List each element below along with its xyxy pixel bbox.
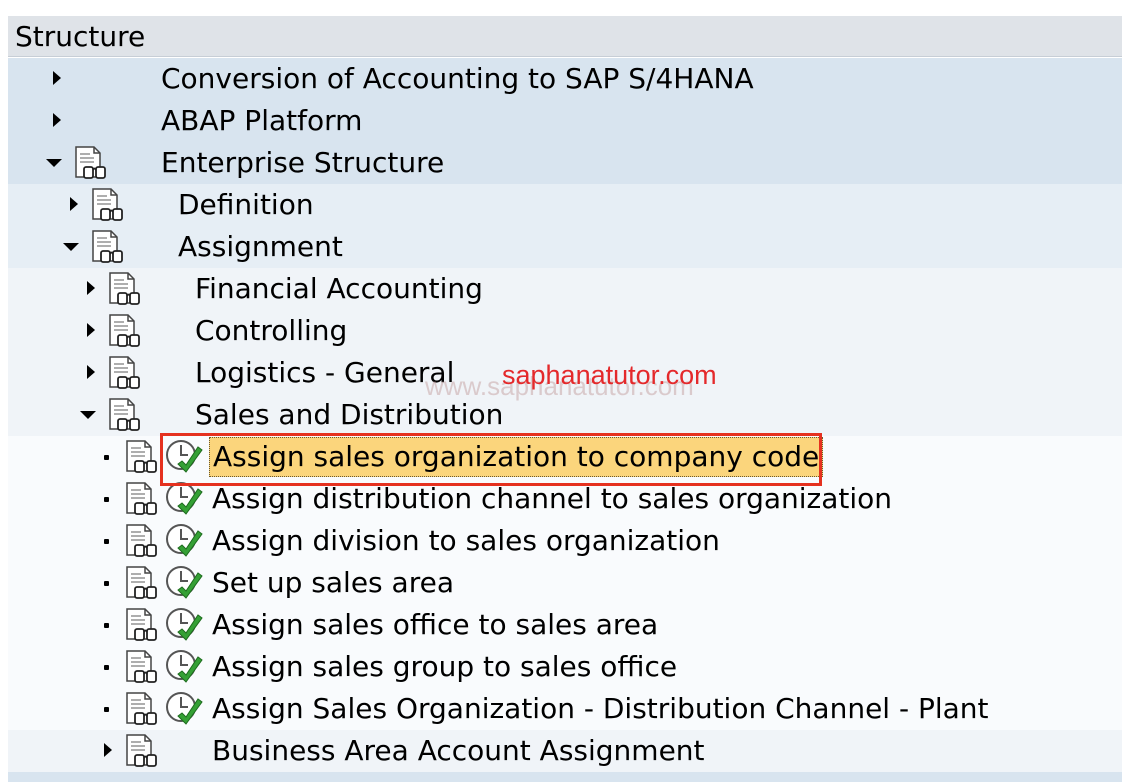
- tree-activity-assign-division[interactable]: Assign division to sales organization: [8, 520, 1122, 562]
- tree-activity-assign-sales-org-dc-plant[interactable]: Assign Sales Organization - Distribution…: [8, 688, 1122, 730]
- tree-node-label: Assignment: [178, 230, 343, 263]
- tree-node-enterprise-structure[interactable]: Enterprise Structure: [8, 142, 1122, 184]
- clock-check-icon[interactable]: [164, 648, 206, 686]
- expand-arrow-icon[interactable]: [50, 100, 64, 142]
- tree-node-label[interactable]: Assign division to sales organization: [212, 520, 720, 562]
- tree-node-label: Enterprise Structure: [161, 146, 445, 179]
- expand-arrow-icon[interactable]: [84, 268, 98, 310]
- tree-node-conversion-accounting[interactable]: Conversion of Accounting to SAP S/4HANA: [8, 58, 1122, 100]
- tree-node-definition[interactable]: Definition: [8, 184, 1122, 226]
- expand-arrow-icon[interactable]: [101, 730, 115, 772]
- doc-glasses-icon[interactable]: [123, 565, 159, 601]
- clock-check-icon[interactable]: [164, 522, 206, 560]
- tree-node-label: Controlling: [195, 314, 348, 347]
- leaf-bullet-icon: [101, 562, 115, 604]
- doc-glasses-icon[interactable]: [72, 145, 108, 181]
- tree-node-label[interactable]: Assign Sales Organization - Distribution…: [212, 688, 989, 730]
- leaf-bullet-icon: [101, 604, 115, 646]
- doc-glasses-icon[interactable]: [123, 691, 159, 727]
- leaf-bullet-icon: [101, 646, 115, 688]
- clock-check-icon[interactable]: [164, 564, 206, 602]
- collapse-arrow-icon[interactable]: [80, 394, 96, 436]
- highlight-frame: [160, 433, 822, 486]
- tree-node-label: Definition: [178, 188, 314, 221]
- expand-arrow-icon[interactable]: [84, 352, 98, 394]
- tree-node-business-area-account-assignment[interactable]: Business Area Account Assignment: [8, 730, 1122, 772]
- doc-glasses-icon[interactable]: [89, 187, 125, 223]
- tree-node-partial[interactable]: [8, 772, 1122, 782]
- leaf-bullet-icon: [101, 520, 115, 562]
- leaf-bullet-icon: [101, 688, 115, 730]
- doc-glasses-icon[interactable]: [106, 271, 142, 307]
- watermark-front: saphanatutor.com: [502, 360, 717, 390]
- clock-check-icon[interactable]: [164, 690, 206, 728]
- tree-node-abap-platform[interactable]: ABAP Platform: [8, 100, 1122, 142]
- doc-glasses-icon[interactable]: [123, 607, 159, 643]
- doc-glasses-icon[interactable]: [89, 229, 125, 265]
- tree-node-label: Financial Accounting: [195, 272, 483, 305]
- tree-node-label: Business Area Account Assignment: [212, 734, 705, 767]
- tree-activity-assign-sales-office[interactable]: Assign sales office to sales area: [8, 604, 1122, 646]
- top-bar: [0, 0, 1122, 16]
- doc-glasses-icon[interactable]: [123, 733, 159, 769]
- expand-arrow-icon[interactable]: [50, 58, 64, 100]
- doc-glasses-icon[interactable]: [106, 355, 142, 391]
- tree-node-label[interactable]: Set up sales area: [212, 562, 454, 604]
- tree-activity-assign-sales-group[interactable]: Assign sales group to sales office: [8, 646, 1122, 688]
- tree-node-label[interactable]: Assign sales group to sales office: [212, 646, 677, 688]
- tree-activity-set-up-sales-area[interactable]: Set up sales area: [8, 562, 1122, 604]
- doc-glasses-icon[interactable]: [123, 481, 159, 517]
- structure-header: Structure: [8, 16, 1122, 57]
- doc-glasses-icon[interactable]: [123, 439, 159, 475]
- doc-glasses-icon[interactable]: [106, 397, 142, 433]
- leaf-bullet-icon: [101, 478, 115, 520]
- tree-node-label: Conversion of Accounting to SAP S/4HANA: [161, 62, 754, 95]
- collapse-arrow-icon[interactable]: [63, 226, 79, 268]
- doc-glasses-icon[interactable]: [123, 523, 159, 559]
- doc-glasses-icon[interactable]: [106, 313, 142, 349]
- tree-node-assignment[interactable]: Assignment: [8, 226, 1122, 268]
- tree-node-controlling[interactable]: Controlling: [8, 310, 1122, 352]
- clock-check-icon[interactable]: [164, 606, 206, 644]
- expand-arrow-icon[interactable]: [84, 310, 98, 352]
- tree-node-label[interactable]: Assign sales office to sales area: [212, 604, 658, 646]
- expand-arrow-icon[interactable]: [67, 184, 81, 226]
- collapse-arrow-icon[interactable]: [46, 142, 62, 184]
- left-strip: [0, 0, 8, 782]
- leaf-bullet-icon: [101, 436, 115, 478]
- tree-node-label: Logistics - General: [195, 356, 455, 389]
- tree-node-financial-accounting[interactable]: Financial Accounting: [8, 268, 1122, 310]
- tree-node-label: ABAP Platform: [161, 104, 363, 137]
- doc-glasses-icon[interactable]: [123, 649, 159, 685]
